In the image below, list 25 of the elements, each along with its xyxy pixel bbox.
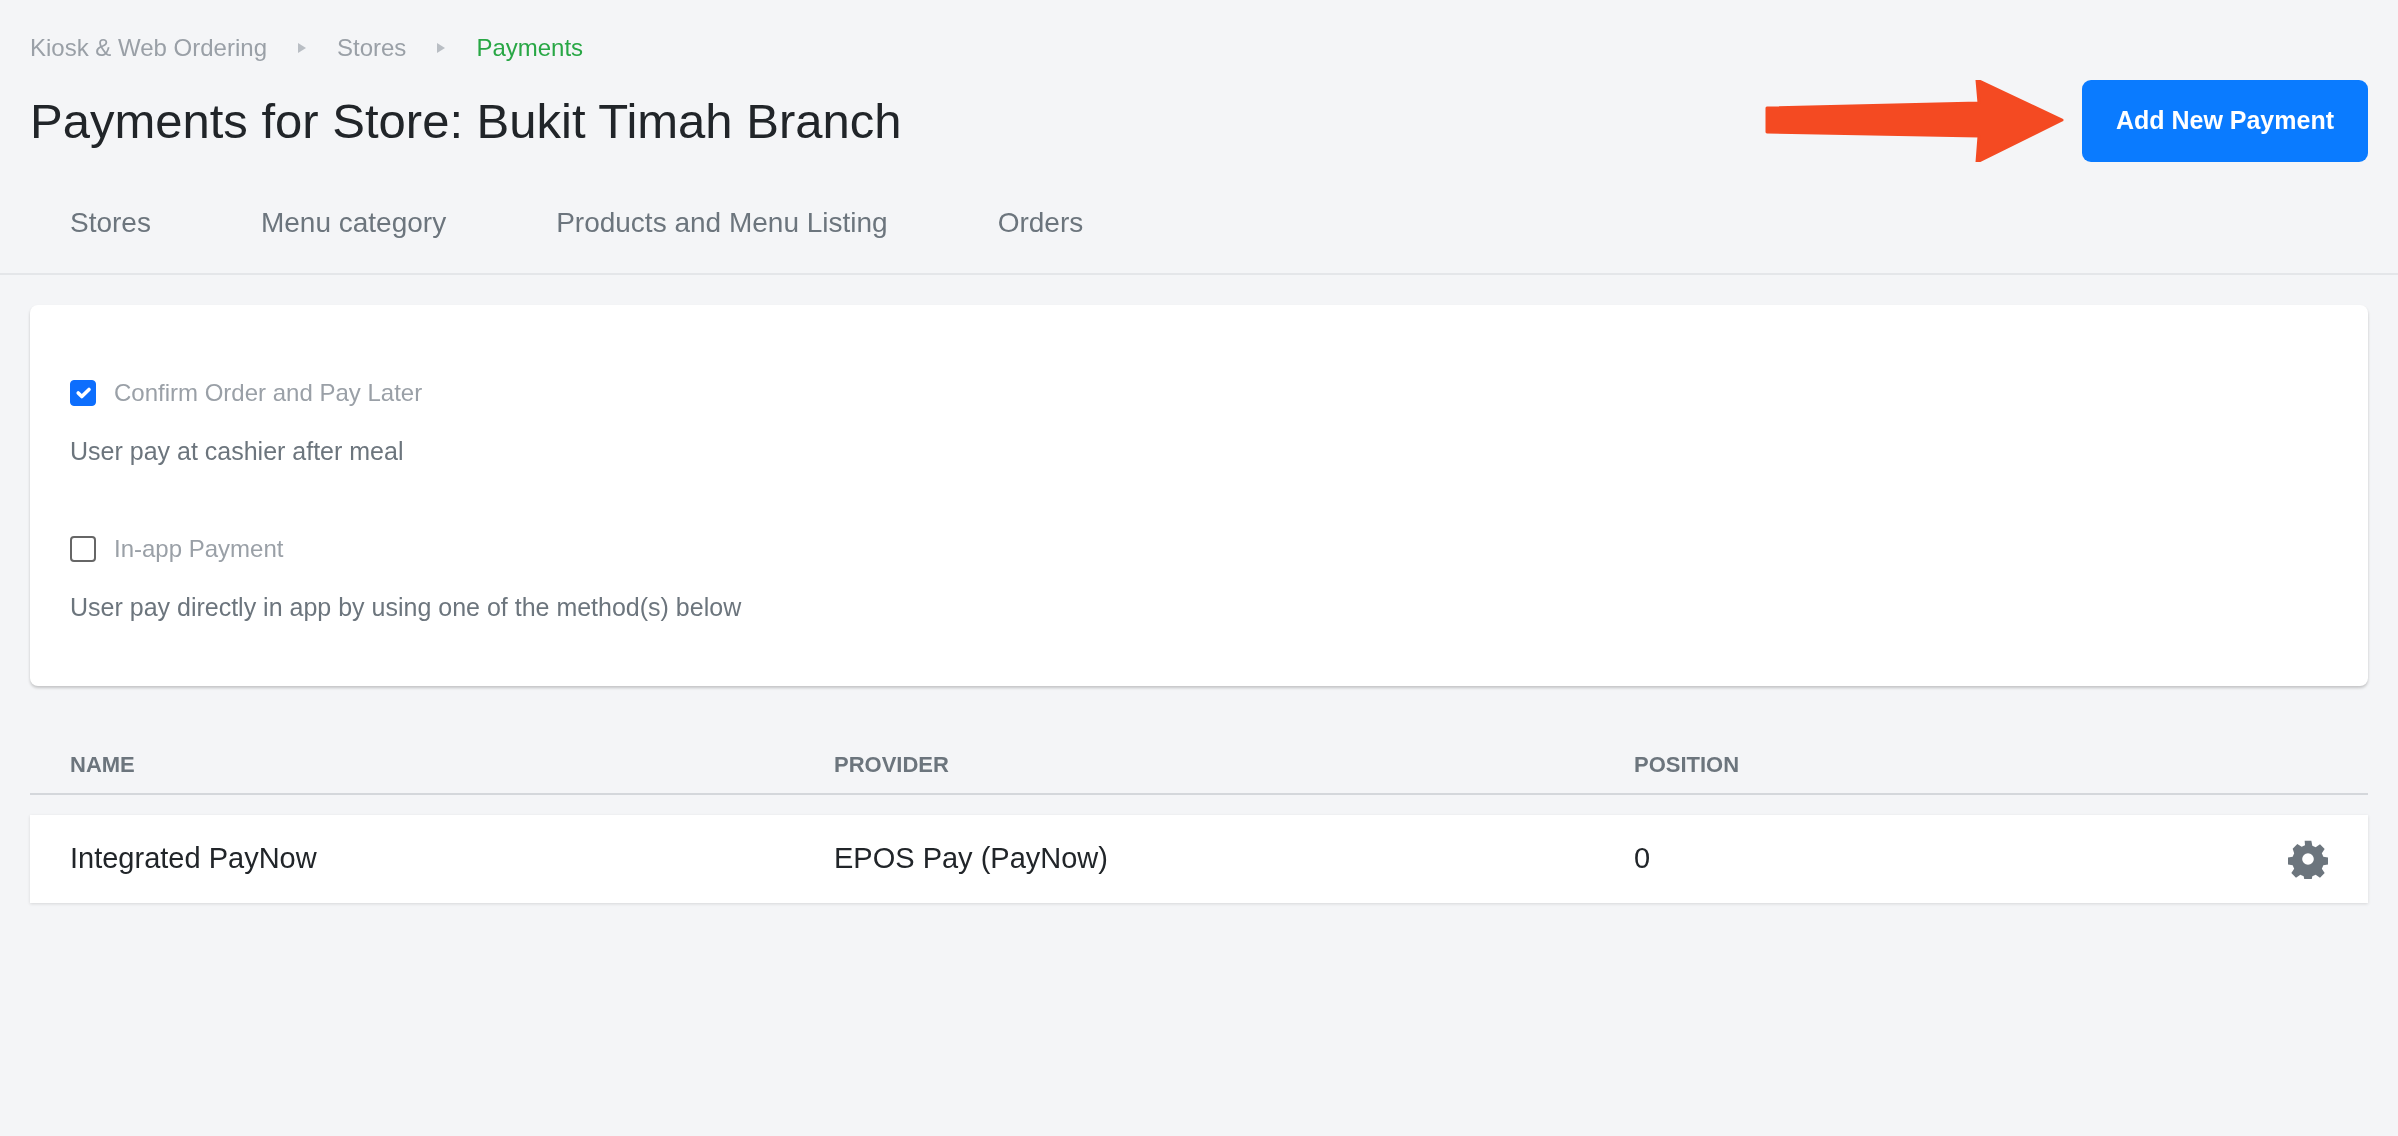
breadcrumb-link[interactable]: Payments bbox=[476, 30, 584, 66]
column-header: POSITION bbox=[1594, 736, 2368, 795]
option-label: In-app Payment bbox=[114, 533, 284, 564]
checkbox[interactable] bbox=[70, 380, 96, 406]
separator-icon bbox=[297, 42, 307, 54]
column-header: NAME bbox=[30, 736, 794, 795]
breadcrumb-link[interactable]: Stores bbox=[337, 30, 407, 66]
nav-tab[interactable]: Menu category bbox=[220, 180, 487, 273]
checkbox[interactable] bbox=[70, 535, 96, 562]
breadcrumb-link[interactable]: Kiosk & Web Ordering bbox=[30, 30, 267, 66]
table-cell: 0 bbox=[1634, 842, 1651, 875]
option-description: User pay directly in app by using one of the method(s) below bbox=[70, 591, 743, 623]
separator-icon bbox=[436, 42, 447, 54]
table-cell: EPOS Pay (PayNow) bbox=[834, 842, 1108, 875]
nav-tab[interactable]: Orders bbox=[957, 180, 1124, 273]
option-description: User pay at cashier after meal bbox=[70, 436, 405, 467]
table-cell: Integrated PayNow bbox=[70, 842, 317, 875]
nav-tab[interactable]: Stores bbox=[30, 180, 191, 273]
option-label: Confirm Order and Pay Later bbox=[114, 378, 423, 408]
column-header: PROVIDER bbox=[794, 736, 1594, 795]
arrow-icon bbox=[1763, 80, 2064, 162]
page-title: Payments for Store: Bukit Timah Branch bbox=[30, 92, 902, 150]
nav-tab[interactable]: Products and Menu Listing bbox=[516, 180, 928, 273]
settings-icon[interactable] bbox=[2288, 839, 2328, 879]
add-payment-button[interactable]: Add New Payment bbox=[2081, 80, 2368, 162]
